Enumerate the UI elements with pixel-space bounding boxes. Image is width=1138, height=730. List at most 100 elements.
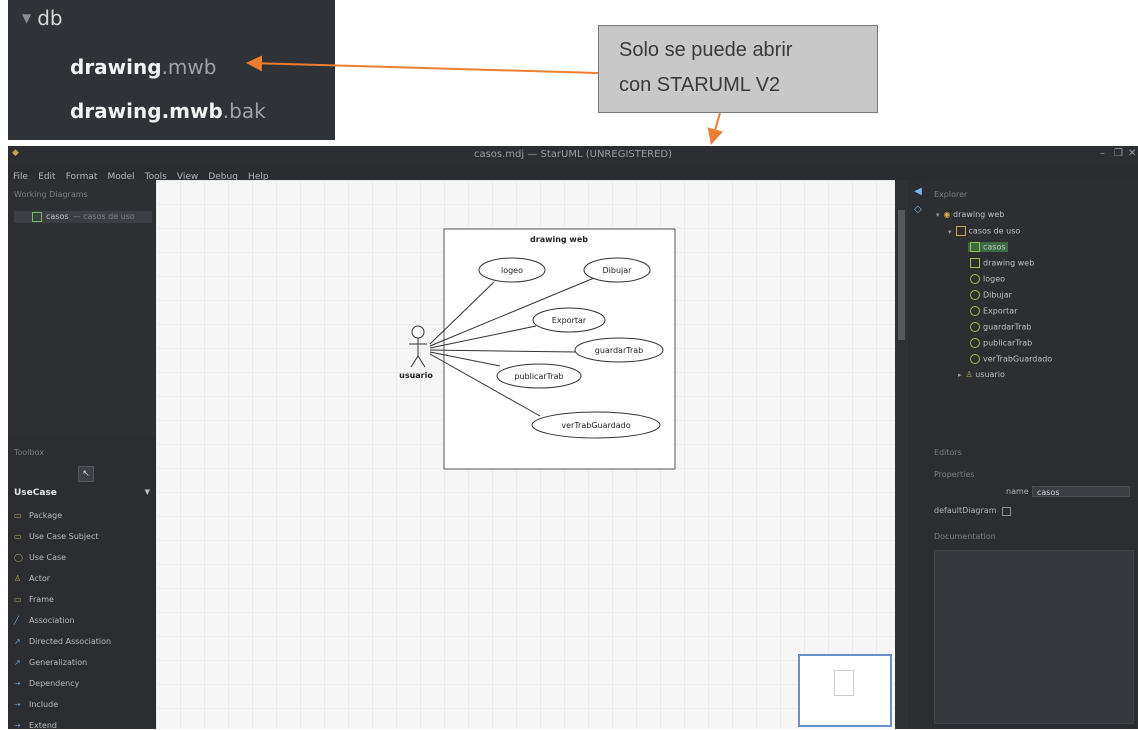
tool-use-case-subject[interactable]: ▭ Use Case Subject <box>14 532 99 541</box>
generalization-icon: ↗ <box>14 658 21 667</box>
file-drawing-mwb-bak[interactable]: drawing.mwb.bak <box>70 99 266 123</box>
node-label: drawing web <box>983 258 1035 268</box>
callout-line-2: con STARUML V2 <box>619 74 781 96</box>
explorer-node-diagram[interactable]: casos <box>968 242 1008 252</box>
use-case-icon <box>970 274 980 284</box>
node-label: verTrabGuardado <box>983 354 1053 364</box>
use-case-guardartrab[interactable]: guardarTrab <box>574 337 664 363</box>
actor-leg-right <box>417 355 426 368</box>
use-case-icon <box>970 322 980 332</box>
staruml-window: ◆ casos.mdj — StarUML (UNREGISTERED) – ❐… <box>8 146 1138 730</box>
file-drawing-mwb[interactable]: drawing.mwb <box>70 55 216 79</box>
tool-actor[interactable]: ♙ Actor <box>14 574 50 583</box>
working-diagrams-panel: Working Diagrams casos — casos de uso <box>8 180 156 436</box>
tool-label: Use Case Subject <box>29 532 99 541</box>
use-case-icon <box>970 338 980 348</box>
tool-label: Dependency <box>29 679 80 688</box>
explorer-node-dibujar[interactable]: Dibujar <box>970 290 1012 300</box>
use-case-icon <box>970 290 980 300</box>
tool-label: Actor <box>29 574 51 583</box>
use-case-publicartrab[interactable]: publicarTrab <box>496 363 582 389</box>
close-icon[interactable]: ✕ <box>1128 148 1136 159</box>
node-label: Exportar <box>983 306 1018 316</box>
editors-header: Editors <box>934 448 962 457</box>
tool-association[interactable]: ╱ Association <box>14 616 75 625</box>
title-bar: ◆ casos.mdj — StarUML (UNREGISTERED) – ❐… <box>8 146 1138 164</box>
tool-label: Package <box>29 511 63 520</box>
tool-include[interactable]: ⇢ Include <box>14 700 58 709</box>
use-case-dibujar[interactable]: Dibujar <box>583 257 651 283</box>
file-extension: .mwb <box>161 55 217 79</box>
tool-use-case[interactable]: ◯ Use Case <box>14 553 66 562</box>
tool-label: Use Case <box>29 553 67 562</box>
model-explorer-icon[interactable]: ◇ <box>912 204 924 216</box>
file-basename: drawing.mwb <box>70 99 223 123</box>
use-case-icon: ◯ <box>14 553 23 562</box>
editors-panel: Editors Properties name casos defaultDia… <box>928 440 1138 729</box>
directed-association-icon: ↗ <box>14 637 21 646</box>
actor-usuario[interactable]: usuario <box>399 325 433 380</box>
file-extension: .bak <box>222 99 266 123</box>
explorer-node-publicartrab[interactable]: publicarTrab <box>970 338 1032 348</box>
tool-label: Frame <box>29 595 54 604</box>
properties-header: Properties <box>934 470 975 479</box>
file-basename: drawing <box>70 55 162 79</box>
tool-directed-association[interactable]: ↗ Directed Association <box>14 637 111 646</box>
diagram-canvas[interactable]: drawing web usuario logeo Dibujar Export… <box>156 180 908 729</box>
chevron-down-icon: ▼ <box>22 11 32 25</box>
maximize-icon[interactable]: ❐ <box>1114 148 1123 159</box>
explorer-node-subject[interactable]: drawing web <box>970 258 1034 268</box>
node-label: publicarTrab <box>983 338 1033 348</box>
folder-db[interactable]: ▼ db <box>22 6 63 30</box>
toggle-panel-icon[interactable]: ◀ <box>912 186 924 198</box>
scrollbar-thumb[interactable] <box>898 210 905 340</box>
canvas-scrollbar[interactable] <box>895 180 908 729</box>
actor-label: usuario <box>399 371 433 380</box>
diagram-minimap[interactable] <box>798 654 892 727</box>
explorer-node-usuario[interactable]: ▸ ♙ usuario <box>958 370 1005 379</box>
default-diagram-checkbox[interactable] <box>1002 507 1011 516</box>
window-title: casos.mdj — StarUML (UNREGISTERED) <box>473 149 673 160</box>
name-field[interactable]: casos <box>1032 486 1130 497</box>
tool-dependency[interactable]: ⇢ Dependency <box>14 679 79 688</box>
tool-generalization[interactable]: ↗ Generalization <box>14 658 87 667</box>
use-case-icon <box>970 306 980 316</box>
use-case-label: guardarTrab <box>595 346 643 355</box>
minimap-preview <box>834 670 854 696</box>
explorer-node-vertrabguardado[interactable]: verTrabGuardado <box>970 354 1052 364</box>
explorer-node-logeo[interactable]: logeo <box>970 274 1005 284</box>
working-diagrams-header: Working Diagrams <box>14 190 88 199</box>
explorer-node-exportar[interactable]: Exportar <box>970 306 1017 316</box>
menu-bar: File Edit Format Model Tools View Debug … <box>8 164 408 182</box>
documentation-textarea[interactable] <box>934 550 1134 724</box>
select-cursor-icon[interactable]: ↖ <box>78 466 94 482</box>
explorer-node-model[interactable]: ▾ casos de uso <box>948 226 1020 236</box>
documentation-header: Documentation <box>934 532 996 541</box>
tool-package[interactable]: ▭ Package <box>14 511 62 520</box>
tool-label: Directed Association <box>29 637 112 646</box>
subject-icon: ▭ <box>14 532 22 541</box>
node-label: guardarTrab <box>983 322 1032 332</box>
working-diagram-sub: — casos de uso <box>72 212 135 221</box>
association-icon: ╱ <box>14 616 19 625</box>
chevron-down-icon: ▾ <box>936 211 940 219</box>
diagram-icon <box>32 212 42 222</box>
node-label: drawing web <box>953 210 1005 219</box>
file-tree-snippet: ▼ db drawing.mwb drawing.mwb.bak <box>8 0 335 140</box>
use-case-exportar[interactable]: Exportar <box>532 307 606 333</box>
tool-frame[interactable]: ▭ Frame <box>14 595 54 604</box>
package-icon: ▭ <box>14 511 22 520</box>
toolbox-group-usecase[interactable]: UseCase ▼ <box>14 488 154 498</box>
use-case-label: Dibujar <box>603 266 633 275</box>
minimize-icon[interactable]: – <box>1100 148 1105 159</box>
arrow-to-window <box>707 112 723 145</box>
actor-leg-left <box>410 355 419 368</box>
working-diagram-item[interactable]: casos — casos de uso <box>14 211 152 223</box>
use-case-logeo[interactable]: logeo <box>478 257 546 283</box>
explorer-node-project[interactable]: ▾ ◉ drawing web <box>936 210 1004 219</box>
diagram-icon <box>970 242 980 252</box>
use-case-diagram: drawing web usuario logeo Dibujar Export… <box>399 228 676 470</box>
explorer-node-guardartrab[interactable]: guardarTrab <box>970 322 1031 332</box>
use-case-icon <box>970 354 980 364</box>
use-case-vertrabguardado[interactable]: verTrabGuardado <box>531 411 661 439</box>
